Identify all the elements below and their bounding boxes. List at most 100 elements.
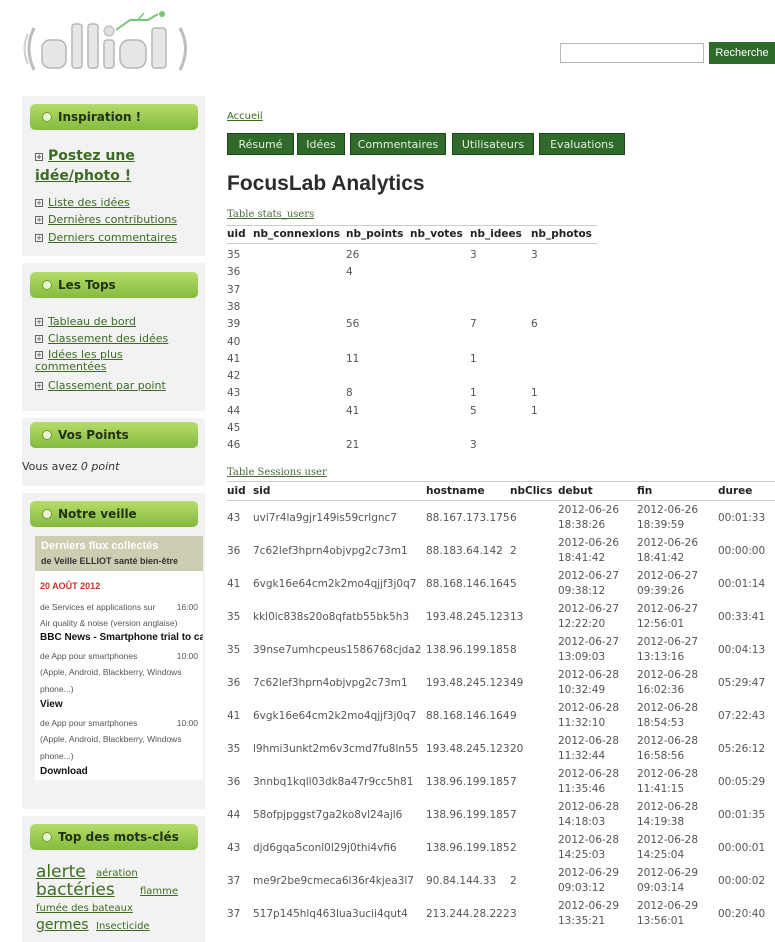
flux-item-source: de App pour smartphones 10:00 <box>40 718 198 728</box>
stats-cell: 3 <box>470 439 477 452</box>
sidebar-link-most-commented[interactable]: + Idées les plus commentées <box>35 349 185 373</box>
flux-item-text: phone...) <box>40 684 74 694</box>
tag-germes[interactable]: germes <box>36 917 89 933</box>
flux-item-title[interactable]: BBC News - Smartphone trial to ca <box>40 632 203 643</box>
sessions-cell: 2012-06-28 11:32:44 <box>558 735 620 762</box>
bullet-icon <box>42 509 52 519</box>
stats-cell: 44 <box>227 404 241 417</box>
tag-fumee[interactable]: fumée des bateaux <box>36 903 133 914</box>
tab-utilisateurs[interactable]: Utilisateurs <box>452 133 534 155</box>
stats-cell: 45 <box>227 422 241 434</box>
sessions-cell: 37 <box>227 875 241 887</box>
sessions-cell: 517p145hlq463lua3ucii4qut4 <box>253 908 408 920</box>
sessions-cell: 00:33:41 <box>718 611 766 623</box>
stats-cell: 1 <box>531 404 538 417</box>
sessions-cell: 138.96.199.185 <box>426 809 510 821</box>
sessions-table-caption: Table Sessions user <box>227 467 327 478</box>
sessions-cell: 13 <box>510 611 524 623</box>
flux-item-title[interactable]: View <box>40 699 63 710</box>
flux-item-text: Air quality & noise (version anglaise) <box>40 618 178 628</box>
points-value: 0 point <box>80 460 120 473</box>
stats-table-caption: Table stats_users <box>227 209 315 220</box>
post-idea-link[interactable]: + Postez une idée/photo ! <box>35 146 195 186</box>
sessions-cell: 138.96.199.185 <box>426 842 510 854</box>
sessions-cell: 2012-06-28 14:25:03 <box>558 834 620 861</box>
bullet-square-icon: + <box>35 335 43 343</box>
inspiration-header: Inspiration ! <box>30 104 198 130</box>
sessions-cell: 49 <box>510 677 524 689</box>
sessions-cell: 6vgk16e64cm2k2mo4qjjf3j0q7 <box>253 578 417 590</box>
sessions-cell: 2012-06-26 18:41:42 <box>637 537 699 564</box>
sidebar-link-dashboard[interactable]: + Tableau de bord <box>35 315 136 328</box>
sessions-cell: 00:20:40 <box>718 908 766 920</box>
flux-subtitle: de Veille ELLIOT santé bien-être <box>41 556 179 566</box>
sessions-cell: 2012-06-28 14:19:38 <box>637 801 699 828</box>
tab-commentaires[interactable]: Commentaires <box>350 133 446 155</box>
sessions-cell: 00:01:14 <box>718 578 766 590</box>
sessions-cell: 2012-06-28 14:18:03 <box>558 801 620 828</box>
bullet-icon <box>42 832 52 842</box>
sessions-cell: 35 <box>227 611 241 623</box>
sessions-cell: 36 <box>227 677 241 689</box>
tab-resume[interactable]: Résumé <box>227 133 294 155</box>
sessions-cell: 2012-06-26 18:39:59 <box>637 504 699 531</box>
bullet-icon <box>42 430 52 440</box>
search-button[interactable]: Recherche <box>709 42 775 64</box>
divider <box>227 225 597 226</box>
sessions-cell: 00:00:01 <box>718 842 766 854</box>
sessions-cell: 00:00:02 <box>718 875 766 887</box>
sessions-cell: 6vgk16e64cm2k2mo4qjjf3j0q7 <box>253 710 417 722</box>
elliot-logo[interactable] <box>20 10 195 80</box>
tag-flamme[interactable]: flamme <box>140 886 178 897</box>
tab-idees[interactable]: Idées <box>297 133 345 155</box>
sessions-cell: 2012-06-26 18:38:26 <box>558 504 620 531</box>
sessions-cell: 88.168.146.164 <box>426 578 510 590</box>
tab-evaluations[interactable]: Evaluations <box>539 133 625 155</box>
sidebar-link-idea-list[interactable]: + Liste des idées <box>35 196 130 209</box>
sessions-cell: 5 <box>510 578 517 590</box>
sessions-cell: 05:26:12 <box>718 743 766 755</box>
sessions-cell: 35 <box>227 743 241 755</box>
sidebar-link-latest-contributions[interactable]: + Dernières contributions <box>35 213 177 226</box>
tag-bacteries[interactable]: bactéries <box>36 880 115 900</box>
tag-alerte[interactable]: alerte <box>36 862 86 882</box>
bullet-square-icon: + <box>35 351 43 359</box>
sessions-cell: 44 <box>227 809 241 821</box>
sessions-cell: 90.84.144.33 <box>426 875 497 887</box>
stats-cell: 26 <box>346 249 360 261</box>
sessions-cell: 88.183.64.142 <box>426 545 503 557</box>
bullet-square-icon: + <box>35 382 43 390</box>
sidebar-link-latest-comments[interactable]: + Derniers commentaires <box>35 231 177 244</box>
flux-header: Derniers flux collectés de Veille ELLIOT… <box>35 536 203 571</box>
sessions-cell: 05:29:47 <box>718 677 766 689</box>
stats-cell: 36 <box>227 266 241 279</box>
sessions-col-fin: fin <box>637 485 653 497</box>
flux-item-title[interactable]: Download <box>40 766 88 777</box>
sessions-cell: djd6gqa5conl0l29j0thi4vfi6 <box>253 842 397 854</box>
sessions-cell: 00:01:35 <box>718 809 766 821</box>
sidebar-link-idea-ranking[interactable]: + Classement des idées <box>35 332 168 345</box>
search-input[interactable] <box>560 43 704 63</box>
sessions-cell: 2012-06-28 18:54:53 <box>637 702 699 729</box>
sessions-cell: me9r2be9cmeca6l36r4kjea3l7 <box>253 875 414 887</box>
sessions-cell: 2012-06-27 09:38:12 <box>558 570 620 597</box>
sessions-cell: 2012-06-29 13:56:01 <box>637 900 699 927</box>
sessions-cell: 2 <box>510 545 517 557</box>
bullet-square-icon: + <box>35 216 43 224</box>
stats-cell: 41 <box>346 404 360 417</box>
stats-cell: 39 <box>227 318 241 331</box>
sessions-cell: 37 <box>227 908 241 920</box>
tag-insecticide[interactable]: Insecticide <box>96 921 150 932</box>
sidebar-link-points-ranking[interactable]: + Classement par point <box>35 379 166 392</box>
breadcrumb-home[interactable]: Accueil <box>227 111 263 122</box>
flux-item-source: de App pour smartphones 10:00 <box>40 651 198 661</box>
stats-cell: 5 <box>470 404 477 417</box>
sessions-cell: 6 <box>510 512 517 524</box>
bullet-square-icon: + <box>35 199 43 207</box>
sessions-cell: 88.167.173.175 <box>426 512 510 524</box>
sessions-cell: 7 <box>510 809 517 821</box>
sessions-cell: 2012-06-28 16:58:56 <box>637 735 699 762</box>
tag-aeration[interactable]: aération <box>96 868 138 879</box>
tops-title: Les Tops <box>58 278 116 292</box>
inspiration-title: Inspiration ! <box>58 110 142 124</box>
